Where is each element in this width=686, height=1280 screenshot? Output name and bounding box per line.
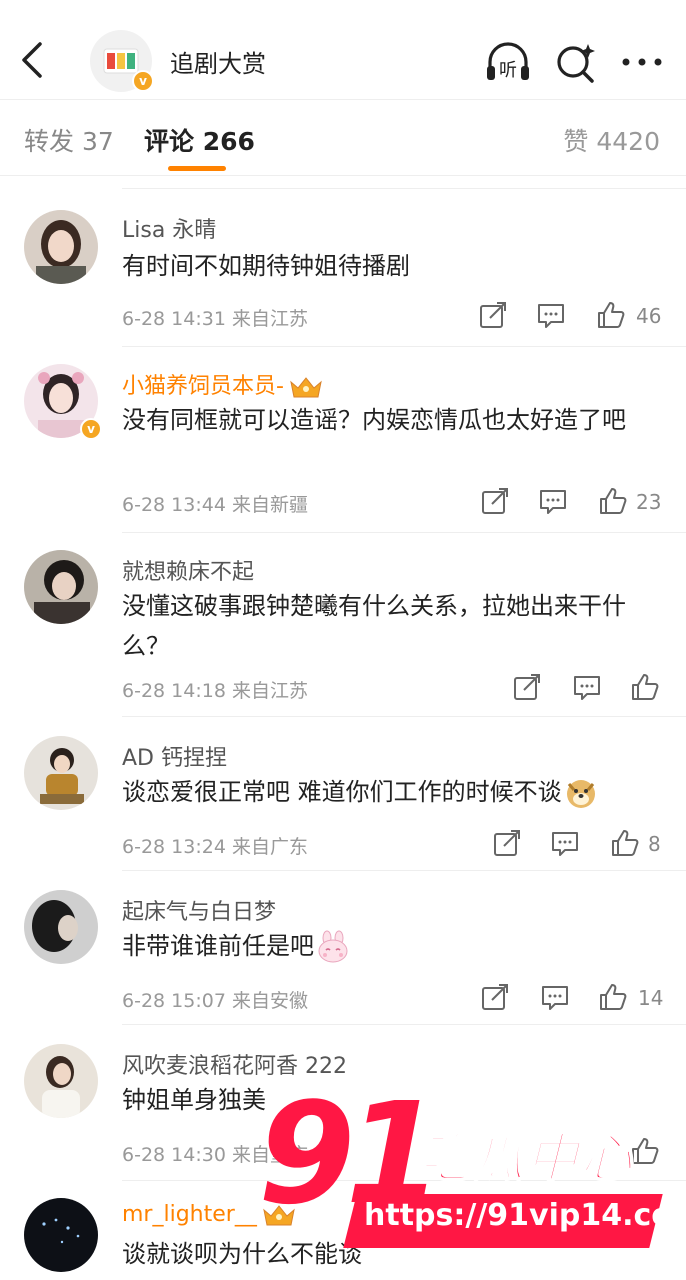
comment-meta: 6-28 13:24 来自广东 — [122, 832, 308, 859]
share-icon[interactable] — [478, 300, 508, 330]
username-text: mr_lighter__ — [122, 1202, 257, 1227]
search-sparkle-icon[interactable] — [552, 40, 600, 84]
like-icon[interactable] — [630, 672, 660, 702]
share-icon[interactable] — [480, 982, 510, 1012]
watermark-url: https://91vip14.com — [364, 1198, 686, 1233]
comment-username[interactable]: 就想赖床不起 — [122, 554, 254, 586]
comment-icon[interactable] — [550, 828, 580, 858]
back-icon[interactable] — [14, 38, 50, 82]
comment-location: 来自广东 — [231, 836, 308, 858]
comment-icon[interactable] — [540, 982, 570, 1012]
comment-icon[interactable] — [538, 486, 568, 516]
divider — [122, 1024, 686, 1025]
comment-meta: 6-28 14:31 来自江苏 — [122, 304, 308, 331]
like-count: 8 — [648, 832, 661, 856]
username-text: 小猫养饲员本员- — [122, 374, 284, 399]
comment-username[interactable]: Lisa 永晴 — [122, 212, 216, 244]
listen-label: 听 — [499, 60, 517, 81]
comment-username[interactable]: 小猫养饲员本员- — [122, 368, 324, 400]
share-icon[interactable] — [512, 672, 542, 702]
bunny-emoji-icon — [318, 930, 348, 963]
tab-like[interactable]: 赞 4420 — [563, 122, 660, 158]
avatar[interactable] — [24, 736, 98, 810]
doge-emoji-icon — [566, 780, 595, 808]
comment-location: 来自安徽 — [231, 990, 308, 1012]
comment-icon[interactable] — [572, 672, 602, 702]
watermark-logo: 91 吃瓜中心 https://91vip14.com — [258, 1080, 686, 1256]
comment-meta: 6-28 14:18 来自江苏 — [122, 676, 308, 703]
avatar[interactable] — [24, 550, 98, 624]
comment-text-content: 非带谁谁前任是吧 — [122, 932, 314, 960]
avatar[interactable] — [24, 1044, 98, 1118]
like-icon[interactable] — [610, 828, 640, 858]
avatar[interactable] — [24, 890, 98, 964]
comment-text: 没有同框就可以造谣？内娱恋情瓜也太好造了吧 — [122, 406, 626, 434]
comment-time: 6-28 14:30 — [122, 1144, 226, 1166]
like-count: 23 — [636, 490, 662, 514]
comment-time: 6-28 15:07 — [122, 990, 226, 1012]
comment-username[interactable]: 起床气与白日梦 — [122, 894, 276, 926]
comment-icon[interactable] — [536, 300, 566, 330]
comment-text: 有时间不如期待钟姐待播剧 — [122, 252, 410, 280]
comment-time: 6-28 14:31 — [122, 308, 226, 330]
verified-badge-icon: v — [80, 418, 102, 440]
share-icon[interactable] — [492, 828, 522, 858]
tab-comment[interactable]: 评论 266 — [144, 122, 255, 158]
like-icon[interactable] — [596, 300, 626, 330]
watermark-name: 吃瓜中心 — [417, 1128, 635, 1190]
divider — [122, 188, 686, 189]
account-avatar[interactable]: v — [90, 30, 154, 92]
divider — [122, 346, 686, 347]
headphones-icon[interactable]: 听 — [484, 40, 532, 84]
comment-time: 6-28 13:24 — [122, 836, 226, 858]
comment-time: 6-28 13:44 — [122, 494, 226, 516]
comment-text: 非带谁谁前任是吧 — [122, 926, 662, 966]
like-icon[interactable] — [598, 486, 628, 516]
comment-text: 谈恋爱很正常吧 难道你们工作的时候不谈 — [122, 772, 682, 812]
like-count: 46 — [636, 304, 662, 328]
tab-bar: 转发 37 评论 266 赞 4420 — [0, 100, 686, 176]
top-bar: v 追剧大赏 听 — [0, 0, 686, 100]
comment-meta: 6-28 13:44 来自新疆 — [122, 490, 308, 517]
comment-location: 来自新疆 — [231, 494, 308, 516]
like-icon[interactable] — [598, 982, 628, 1012]
avatar-wrapper[interactable]: v — [24, 364, 102, 440]
comment-text: 没懂这破事跟钟楚曦有什么关系，拉她出来干什么？ — [122, 592, 626, 660]
avatar[interactable] — [24, 1198, 98, 1272]
comment-meta: 6-28 15:07 来自安徽 — [122, 986, 308, 1013]
divider — [122, 870, 686, 871]
divider — [122, 532, 686, 533]
tab-repost[interactable]: 转发 37 — [24, 122, 114, 158]
active-tab-indicator — [168, 166, 226, 171]
avatar[interactable] — [24, 210, 98, 284]
divider — [122, 716, 686, 717]
comment-time: 6-28 14:18 — [122, 680, 226, 702]
account-name[interactable]: 追剧大赏 — [170, 44, 266, 79]
crown-icon — [290, 377, 322, 398]
tv-logo-icon — [103, 48, 139, 74]
comment-username[interactable]: AD 钙捏捏 — [122, 740, 227, 772]
verified-badge-icon: v — [132, 70, 154, 92]
comment-text-content: 谈恋爱很正常吧 难道你们工作的时候不谈 — [122, 778, 562, 806]
like-count: 14 — [638, 986, 664, 1010]
comment-location: 来自江苏 — [231, 680, 308, 702]
share-icon[interactable] — [480, 486, 510, 516]
comment-location: 来自江苏 — [231, 308, 308, 330]
more-icon[interactable] — [618, 40, 666, 84]
